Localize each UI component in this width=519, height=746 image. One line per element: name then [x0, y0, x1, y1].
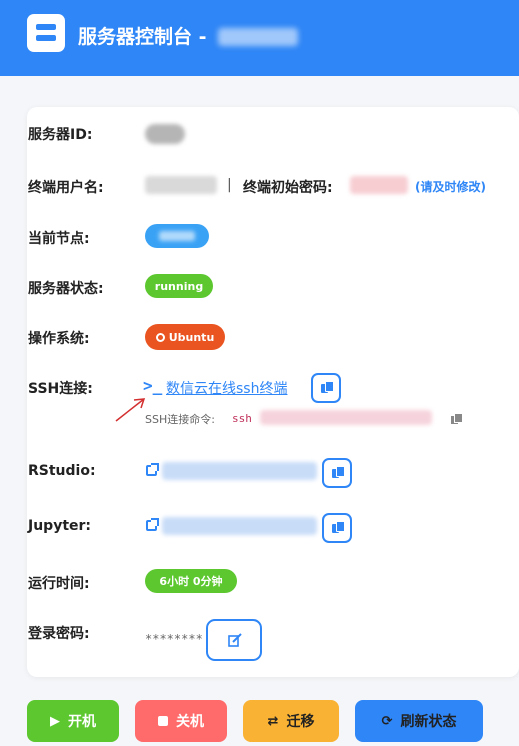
external-link-icon	[146, 518, 159, 531]
page-title: 服务器控制台 -	[78, 26, 207, 48]
os-label: 操作系统:	[28, 331, 90, 347]
os-badge-label: Ubuntu	[168, 330, 215, 344]
rstudio-link-redacted[interactable]	[162, 462, 317, 480]
jupyter-label: Jupyter:	[28, 518, 92, 534]
external-link-icon	[146, 463, 159, 476]
ssh-command-label: SSH连接命令:	[145, 413, 215, 426]
edit-icon	[228, 633, 242, 647]
init-password-label: 终端初始密码:	[243, 180, 333, 196]
login-password-value: ********	[145, 632, 203, 646]
init-password-value-redacted	[350, 176, 408, 194]
ssh-command-prefix: ssh	[232, 412, 252, 425]
refresh-button[interactable]: ⟳ 刷新状态	[355, 700, 483, 742]
separator: |	[227, 177, 232, 193]
current-node-badge	[145, 224, 209, 248]
stop-icon	[158, 716, 168, 726]
edit-password-button[interactable]	[206, 619, 262, 661]
migrate-button-label: 迁移	[286, 714, 315, 730]
server-icon	[27, 14, 65, 52]
start-button-label: 开机	[68, 714, 96, 730]
login-password-label: 登录密码:	[28, 626, 90, 642]
server-id-value-redacted	[145, 124, 185, 144]
refresh-icon: ⟳	[381, 713, 393, 729]
uptime-label: 运行时间:	[28, 576, 90, 592]
header-bar: 服务器控制台 -	[0, 0, 519, 76]
copy-rstudio-button[interactable]	[322, 458, 352, 488]
terminal-user-label: 终端用户名:	[28, 180, 104, 196]
copy-ssh-command-icon[interactable]	[451, 413, 463, 425]
refresh-button-label: 刷新状态	[400, 714, 457, 730]
annotation-arrow	[115, 398, 146, 422]
swap-icon: ⇄	[267, 713, 279, 729]
migrate-button[interactable]: ⇄ 迁移	[243, 700, 339, 742]
server-id-label: 服务器ID:	[28, 127, 93, 143]
start-button[interactable]: ▶ 开机	[27, 700, 119, 742]
server-name-redacted	[218, 28, 298, 46]
os-badge: Ubuntu	[145, 324, 225, 350]
ssh-terminal-link[interactable]: 数信云在线ssh终端	[166, 378, 287, 398]
server-status-label: 服务器状态:	[28, 281, 104, 297]
ubuntu-logo-icon	[155, 332, 165, 342]
status-badge: running	[145, 274, 213, 298]
ssh-label: SSH连接:	[28, 381, 93, 397]
play-icon: ▶	[50, 713, 60, 729]
ssh-command-redacted	[260, 410, 432, 425]
uptime-badge: 6小时 0分钟	[145, 569, 237, 593]
terminal-user-value-redacted	[145, 176, 217, 194]
password-hint: (请及时修改)	[415, 180, 486, 194]
copy-ssh-link-button[interactable]	[311, 373, 341, 403]
shutdown-button-label: 关机	[176, 714, 204, 730]
jupyter-link-redacted[interactable]	[162, 517, 317, 535]
shutdown-button[interactable]: 关机	[135, 700, 227, 742]
rstudio-label: RStudio:	[28, 463, 96, 479]
copy-jupyter-button[interactable]	[322, 513, 352, 543]
current-node-label: 当前节点:	[28, 231, 90, 247]
